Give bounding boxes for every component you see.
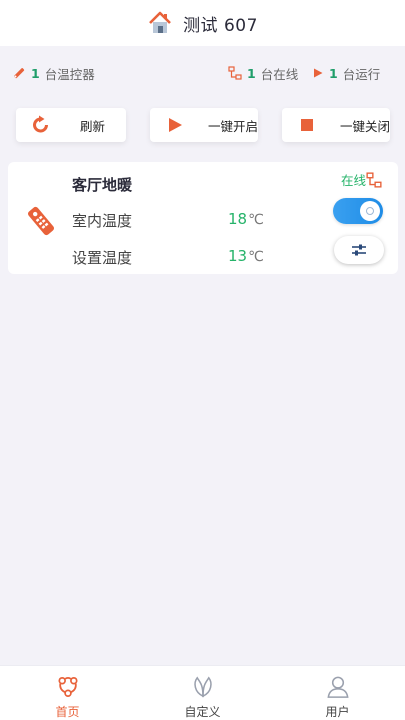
running-label: 台运行: [342, 66, 381, 82]
start-all-button[interactable]: 一键开启: [150, 108, 258, 142]
refresh-label: 刷新: [80, 118, 106, 134]
controllers-label: 台温控器: [44, 66, 95, 82]
stats-bar: 1 台温控器 1 台在线 1 台运行: [0, 60, 405, 86]
home-nodes-icon: [57, 676, 78, 698]
network-icon: [228, 66, 242, 80]
indoor-temp-label: 室内温度: [72, 212, 133, 230]
stop-all-label: 一键关闭: [340, 118, 391, 134]
set-temp-label: 设置温度: [72, 249, 133, 267]
page-title: 测试 607: [183, 15, 258, 36]
stat-running: 1 台运行: [312, 64, 380, 83]
tab-home[interactable]: 首页: [0, 666, 135, 720]
adjust-settings-button[interactable]: [334, 236, 384, 264]
indoor-temp-value: 18℃: [228, 210, 264, 228]
tab-home-label: 首页: [55, 705, 80, 719]
device-status: 在线: [341, 170, 382, 189]
stat-controllers: 1 台温控器: [12, 64, 95, 83]
set-temp-unit: ℃: [248, 249, 264, 265]
start-all-label: 一键开启: [208, 118, 259, 134]
tab-custom-label: 自定义: [184, 705, 221, 719]
user-icon: [326, 676, 349, 698]
device-card[interactable]: 客厅地暖 在线 室内温度 18℃ 设置温度 13℃: [8, 162, 398, 274]
house-icon: [149, 11, 171, 33]
online-count: 1: [247, 65, 256, 81]
sliders-icon: [352, 244, 366, 256]
network-icon: [366, 171, 382, 188]
tab-user[interactable]: 用户: [270, 666, 405, 720]
stop-all-button[interactable]: 一键关闭: [282, 108, 390, 142]
leaf-icon: [193, 676, 212, 698]
power-dot-icon: [366, 207, 374, 215]
stop-icon: [296, 114, 318, 136]
device-name: 客厅地暖: [72, 176, 133, 194]
device-status-label: 在线: [340, 173, 366, 188]
bottom-tab-bar: 首页 自定义 用户: [0, 665, 405, 720]
play-icon: [314, 68, 323, 78]
indoor-temp-unit: ℃: [248, 212, 264, 228]
play-icon: [164, 114, 186, 136]
power-toggle[interactable]: [333, 198, 383, 224]
set-temp-number: 13: [228, 247, 248, 265]
remote-control-icon: [27, 206, 55, 236]
toggle-knob: [360, 201, 380, 221]
running-count: 1: [329, 65, 338, 81]
header: 测试 607: [0, 0, 405, 46]
tab-custom[interactable]: 自定义: [135, 666, 270, 720]
controllers-count: 1: [31, 65, 40, 81]
wrench-icon: [14, 68, 25, 79]
stat-online: 1 台在线: [228, 64, 298, 83]
set-temp-value: 13℃: [228, 247, 264, 265]
refresh-icon: [30, 114, 52, 136]
tab-user-label: 用户: [325, 705, 350, 719]
action-bar: 刷新 一键开启 一键关闭: [0, 108, 405, 144]
indoor-temp-number: 18: [228, 210, 248, 228]
online-label: 台在线: [260, 66, 299, 82]
refresh-button[interactable]: 刷新: [16, 108, 126, 142]
